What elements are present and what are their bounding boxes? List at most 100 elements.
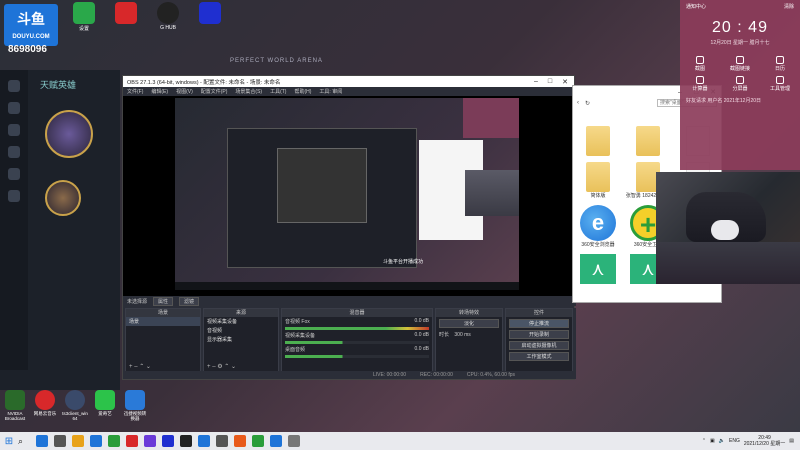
clock-date: 12月20日 星期一 腊月十七: [710, 40, 770, 46]
obs-preview[interactable]: 斗鱼平台开播成功: [123, 96, 576, 296]
desktop-icon-teamspeak[interactable]: ts3client_win 64: [62, 390, 88, 421]
taskbar-app-icon[interactable]: [252, 435, 264, 447]
taskbar-app-icon[interactable]: [288, 435, 300, 447]
windows-start-icon[interactable]: ⊞: [0, 432, 18, 450]
notification-icon[interactable]: ▤: [789, 438, 794, 444]
taskbar-app-icon[interactable]: [144, 435, 156, 447]
desktop-icon-ghub[interactable]: G HUB: [150, 2, 186, 32]
file-item[interactable]: [623, 126, 673, 156]
taskbar-app-icon[interactable]: [36, 435, 48, 447]
game-avatar-secondary[interactable]: [45, 180, 81, 216]
mixer-label: 音视频 Fox: [285, 319, 310, 325]
quick-action[interactable]: 分屏器: [720, 76, 760, 92]
app-red-icon: [115, 2, 137, 24]
desktop-icon-nvidia[interactable]: NVIDIA Broadcast: [2, 390, 28, 421]
desktop-icon-app-red[interactable]: [108, 2, 144, 32]
transitions-dock: 转场特效 淡化 时长 300 ms: [435, 308, 503, 372]
gear-icon[interactable]: ⚙: [217, 364, 222, 370]
menu-view[interactable]: 视图(V): [176, 88, 193, 95]
add-icon[interactable]: +: [129, 364, 133, 370]
taskbar-clock[interactable]: 20:49 2021/12/20 星期一: [744, 435, 785, 447]
source-item[interactable]: 音视频: [204, 326, 278, 335]
taskbar-app-icon[interactable]: [54, 435, 66, 447]
remove-icon[interactable]: –: [212, 364, 215, 370]
desktop-icon-netease-music[interactable]: 网易云音乐: [32, 390, 58, 421]
remove-icon[interactable]: –: [134, 364, 137, 370]
volume-meter[interactable]: [285, 327, 429, 330]
taskbar-app-icon[interactable]: [180, 435, 192, 447]
properties-button[interactable]: 属性: [153, 297, 174, 306]
start-recording-button[interactable]: 开始录制: [509, 330, 569, 339]
network-icon[interactable]: ▣: [710, 438, 715, 444]
menu-file[interactable]: 文件(F): [127, 88, 143, 95]
back-icon[interactable]: ‹: [577, 100, 579, 106]
game-nav-icon[interactable]: [8, 190, 20, 202]
taskbar-app-icon[interactable]: [72, 435, 84, 447]
move-up-icon[interactable]: ⌃: [139, 364, 144, 370]
refresh-icon[interactable]: ↻: [585, 100, 590, 107]
taskbar-app-icon[interactable]: [216, 435, 228, 447]
input-language[interactable]: ENG: [729, 438, 740, 444]
studio-mode-button[interactable]: 工作室模式: [509, 352, 569, 361]
menu-review[interactable]: 工具: 审阅: [319, 88, 342, 95]
menu-scene-collection[interactable]: 场景集合(S): [235, 88, 262, 95]
game-nav-icon[interactable]: [8, 124, 20, 136]
game-nav-icon[interactable]: [8, 146, 20, 158]
game-nav-icon[interactable]: [8, 80, 20, 92]
desktop-icon-settings[interactable]: 设置: [66, 2, 102, 32]
minimize-icon[interactable]: –: [534, 78, 538, 86]
menu-help[interactable]: 帮助(H): [294, 88, 311, 95]
file-item[interactable]: 简体版: [573, 162, 623, 199]
desktop-icon-label: NVIDIA Broadcast: [4, 411, 26, 421]
volume-icon[interactable]: 🔈: [719, 438, 725, 444]
notification-item[interactable]: 好友请求 用户名 2021年12月20日: [686, 98, 794, 105]
taskbar-app-icon[interactable]: [198, 435, 210, 447]
scene-item[interactable]: 场景: [126, 317, 200, 326]
quick-action[interactable]: 计算器: [680, 76, 720, 92]
game-avatar[interactable]: [45, 110, 93, 158]
taskbar-app-icon[interactable]: [234, 435, 246, 447]
desktop-icon-video-converter[interactable]: 迅捷视频转换器: [122, 390, 148, 421]
close-icon[interactable]: ✕: [562, 78, 568, 86]
game-nav-icon[interactable]: [8, 102, 20, 114]
move-up-icon[interactable]: ⌃: [224, 364, 229, 370]
source-item[interactable]: 显示器采集: [204, 335, 278, 344]
stop-streaming-button[interactable]: 停止推流: [509, 319, 569, 328]
source-item[interactable]: 视频采集设备: [204, 317, 278, 326]
move-down-icon[interactable]: ⌄: [146, 364, 151, 370]
taskbar-app-icon[interactable]: [270, 435, 282, 447]
quick-action[interactable]: 截图: [680, 56, 720, 72]
volume-meter[interactable]: [285, 341, 429, 344]
game-nav-icon[interactable]: [8, 168, 20, 180]
desktop-icon-blue[interactable]: [192, 2, 228, 32]
quick-action-label: 截图: [694, 66, 705, 72]
duration-input[interactable]: 300 ms: [454, 332, 470, 338]
transition-select[interactable]: 淡化: [439, 319, 499, 328]
filters-button[interactable]: 滤镜: [179, 297, 200, 306]
clear-notifications[interactable]: 清除: [784, 3, 794, 10]
taskbar-app-icon[interactable]: [162, 435, 174, 447]
quick-action[interactable]: 工具管理: [760, 76, 800, 92]
virtual-camera-button[interactable]: 启动虚拟摄像机: [509, 341, 569, 350]
chevron-up-icon[interactable]: ⌃: [702, 438, 706, 444]
volume-meter[interactable]: [285, 355, 429, 358]
taskbar-app-icon[interactable]: [90, 435, 102, 447]
controls-dock: 控件 停止推流 开始录制 启动虚拟摄像机 工作室模式: [505, 308, 573, 372]
menu-profile[interactable]: 配置文件(P): [201, 88, 228, 95]
file-item[interactable]: [573, 126, 623, 156]
add-icon[interactable]: +: [207, 364, 211, 370]
taskbar-app-icon[interactable]: [108, 435, 120, 447]
maximize-icon[interactable]: □: [548, 78, 552, 86]
quick-action[interactable]: 截图链接: [720, 56, 760, 72]
menu-tools[interactable]: 工具(T): [270, 88, 286, 95]
taskbar-app-icon[interactable]: [126, 435, 138, 447]
quick-action[interactable]: 日历: [760, 56, 800, 72]
menu-edit[interactable]: 编辑(E): [151, 88, 168, 95]
file-item[interactable]: ⋏: [573, 254, 623, 284]
taskbar-pinned-apps: [33, 435, 303, 447]
desktop-icon-iqiyi[interactable]: 爱奇艺: [92, 390, 118, 421]
file-item[interactable]: e 360安全浏览器: [573, 205, 623, 248]
search-icon[interactable]: ⌕: [18, 436, 30, 447]
move-down-icon[interactable]: ⌄: [231, 364, 236, 370]
douyu-app-icon[interactable]: 斗鱼 DOUYU.COM: [4, 4, 58, 46]
